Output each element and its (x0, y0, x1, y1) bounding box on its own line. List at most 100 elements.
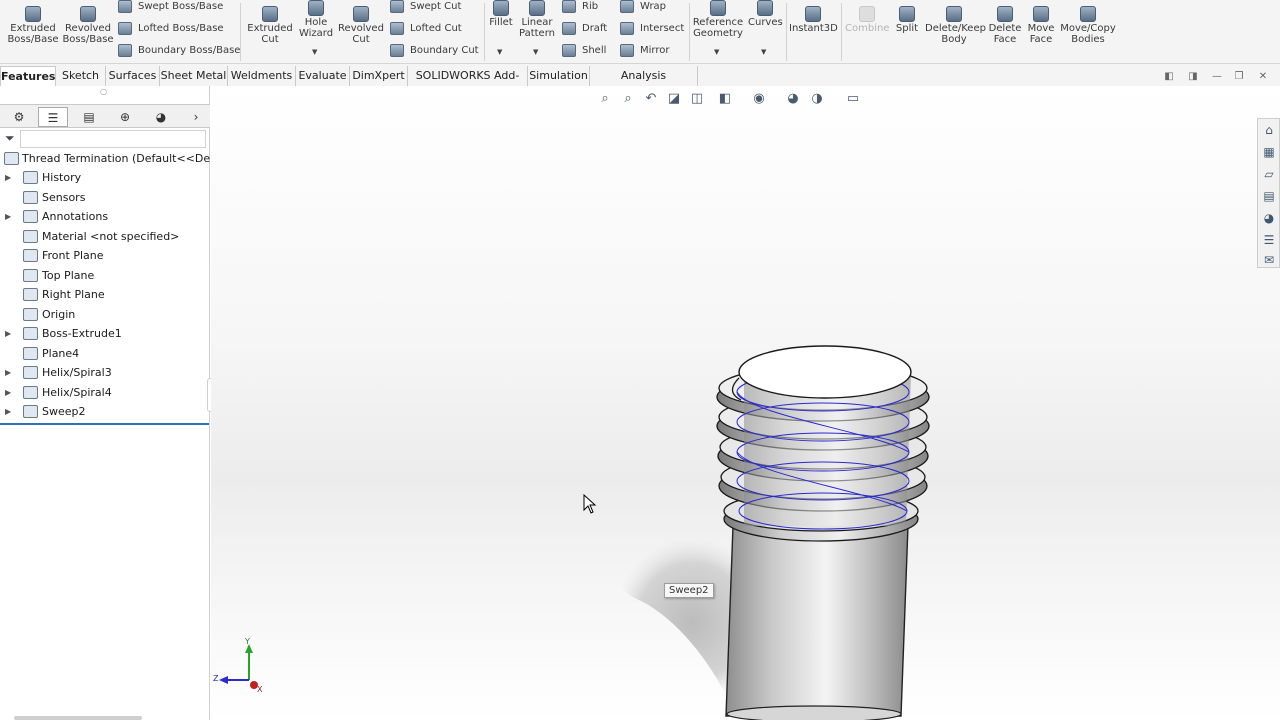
expand-arrow-icon[interactable]: ▶ (5, 168, 11, 187)
close-icon[interactable]: ✕ (1256, 70, 1270, 84)
dimxpert-manager-tab-icon[interactable]: ⊕ (110, 107, 140, 127)
move-copy-bodies-button[interactable]: Move/Copy Bodies (1060, 6, 1116, 45)
expand-arrow-icon[interactable]: ▶ (5, 363, 11, 382)
tree-filter-input[interactable] (20, 130, 206, 148)
panel-horizontal-scrollbar[interactable] (14, 716, 142, 720)
minimize-icon[interactable]: — (1210, 70, 1224, 84)
expand-arrow-icon[interactable]: ▶ (5, 207, 11, 226)
extruded-boss-button[interactable]: Extruded Boss/Base (6, 6, 60, 45)
tree-item-helix-spiral3[interactable]: ▶ Helix/Spiral3 (0, 363, 210, 382)
command-manager-ribbon: Extruded Boss/Base Revolved Boss/Base Sw… (0, 0, 1280, 64)
reference-geometry-dropdown-icon[interactable]: ▼ (714, 48, 719, 56)
sweep-icon (23, 405, 38, 418)
delete-keep-body-button[interactable]: Delete/Keep Body (925, 6, 986, 45)
combine-button[interactable]: Combine (845, 6, 889, 34)
linear-pattern-dropdown-icon[interactable]: ▼ (533, 48, 538, 56)
delete-face-button[interactable]: Delete Face (986, 6, 1024, 45)
configuration-manager-tab-icon[interactable]: ▤ (74, 107, 104, 127)
extrude-icon (25, 6, 41, 22)
sensors-icon (23, 191, 38, 204)
fillet-icon (493, 0, 509, 16)
delete-body-icon (946, 6, 962, 22)
tree-item-right-plane[interactable]: Right Plane (0, 285, 210, 304)
expand-arrow-icon[interactable]: ▶ (5, 383, 11, 402)
fillet-button[interactable]: Fillet (488, 0, 514, 28)
property-manager-tab-icon[interactable]: ☰ (38, 107, 68, 127)
tab-weldments[interactable]: Weldments (228, 66, 296, 86)
lofted-boss-button[interactable]: Lofted Boss/Base (118, 22, 224, 35)
panel-tabs-more-icon[interactable]: › (186, 107, 206, 127)
hole-wizard-button[interactable]: Hole Wizard (296, 0, 336, 39)
draft-button[interactable]: Draft (562, 22, 607, 35)
tree-item-plane4[interactable]: Plane4 (0, 344, 210, 363)
boundary-boss-button[interactable]: Boundary Boss/Base (118, 44, 240, 57)
tab-sheet-metal[interactable]: Sheet Metal (160, 66, 228, 86)
expand-arrow-icon[interactable]: ▶ (5, 402, 11, 421)
tab-surfaces[interactable]: Surfaces (106, 66, 160, 86)
annotations-icon (23, 210, 38, 223)
plane-icon (23, 347, 38, 360)
tab-sketch[interactable]: Sketch (56, 66, 106, 86)
lofted-boss-icon (118, 22, 132, 35)
boundary-boss-icon (118, 44, 132, 57)
tree-item-helix-spiral4[interactable]: ▶ Helix/Spiral4 (0, 383, 210, 402)
revolved-cut-button[interactable]: Revolved Cut (338, 6, 384, 45)
curves-dropdown-icon[interactable]: ▼ (761, 48, 766, 56)
mirror-button[interactable]: Mirror (620, 44, 669, 57)
lofted-cut-button[interactable]: Lofted Cut (390, 22, 462, 35)
fillet-dropdown-icon[interactable]: ▼ (497, 48, 502, 56)
wrap-button[interactable]: Wrap (620, 0, 666, 13)
tree-item-annotations[interactable]: ▶ Annotations (0, 207, 210, 226)
swept-cut-button[interactable]: Swept Cut (390, 0, 461, 13)
triad-z-label: Z (213, 674, 219, 683)
ribbon-divider (786, 3, 787, 61)
swept-cut-icon (390, 0, 404, 13)
tab-evaluate[interactable]: Evaluate (296, 66, 350, 86)
tab-solidworks-addins[interactable]: SOLIDWORKS Add-Ins (408, 66, 528, 101)
tree-item-front-plane[interactable]: Front Plane (0, 246, 210, 265)
tree-root-part[interactable]: Thread Termination (Default<<Default> (0, 149, 210, 168)
curves-button[interactable]: Curves (748, 0, 783, 28)
tree-item-history[interactable]: ▶ History (0, 168, 210, 187)
split-icon (899, 6, 915, 22)
shell-button[interactable]: Shell (562, 44, 606, 57)
tree-item-material[interactable]: Material <not specified> (0, 227, 210, 246)
extrude-feature-icon (23, 327, 38, 340)
tab-analysis-preparation[interactable]: Analysis Preparation (590, 66, 698, 101)
ribbon-divider (484, 3, 485, 61)
expand-arrow-icon[interactable]: ▶ (5, 324, 11, 343)
graphics-area[interactable]: ⌕ ⌕ ↶ ◪ ◫ ◧ ◉ ◕ ◑ ▭ ⌂ ▦ ▱ ▤ ◕ ☰ ✉ Sweep2… (211, 86, 1280, 720)
reference-geometry-button[interactable]: Reference Geometry (692, 0, 744, 39)
tile-left-icon[interactable]: ◧ (1162, 70, 1176, 84)
instant3d-button[interactable]: Instant3D (789, 6, 838, 34)
rollback-bar[interactable] (0, 423, 209, 425)
tree-item-sensors[interactable]: Sensors (0, 188, 210, 207)
model-view[interactable] (211, 86, 1280, 720)
revolved-boss-button[interactable]: Revolved Boss/Base (62, 6, 114, 45)
boundary-cut-button[interactable]: Boundary Cut (390, 44, 479, 57)
mirror-icon (620, 44, 634, 57)
feature-manager-tab-icon[interactable]: ⚙ (4, 107, 34, 127)
tree-item-boss-extrude1[interactable]: ▶ Boss-Extrude1 (0, 324, 210, 343)
hole-wizard-dropdown-icon[interactable]: ▼ (312, 48, 317, 56)
display-manager-tab-icon[interactable]: ◕ (146, 107, 176, 127)
rib-button[interactable]: Rib (562, 0, 598, 13)
swept-boss-button[interactable]: Swept Boss/Base (118, 0, 223, 13)
tree-item-sweep2[interactable]: ▶ Sweep2 (0, 402, 210, 421)
ribbon-divider (841, 3, 842, 61)
tab-features[interactable]: Features (0, 66, 56, 86)
linear-pattern-button[interactable]: Linear Pattern (518, 0, 556, 39)
tree-item-origin[interactable]: Origin (0, 305, 210, 324)
panel-splitter-grip[interactable]: ○ (100, 87, 107, 96)
tab-simulation[interactable]: Simulation (528, 66, 590, 86)
tab-dimxpert[interactable]: DimXpert (350, 66, 408, 86)
split-button[interactable]: Split (893, 6, 921, 34)
linear-pattern-icon (529, 0, 545, 16)
extruded-cut-button[interactable]: Extruded Cut (246, 6, 294, 45)
move-face-button[interactable]: Move Face (1026, 6, 1056, 45)
tile-right-icon[interactable]: ◨ (1186, 70, 1200, 84)
tree-item-top-plane[interactable]: Top Plane (0, 266, 210, 285)
reference-triad[interactable]: Y Z X (213, 637, 263, 696)
restore-icon[interactable]: ❐ (1232, 70, 1246, 84)
intersect-button[interactable]: Intersect (620, 22, 684, 35)
